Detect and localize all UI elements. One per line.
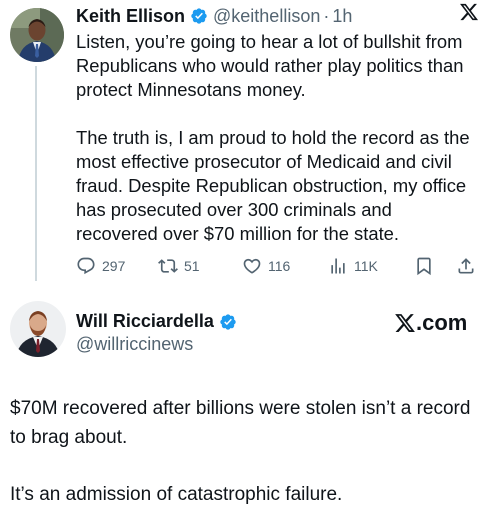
repost-button[interactable]: 51 <box>158 253 200 279</box>
avatar-keith-ellison[interactable] <box>10 8 64 62</box>
repost-icon <box>158 259 178 273</box>
tweet2-paragraph-2: It’s an admission of catastrophic failur… <box>10 484 343 505</box>
share-button[interactable] <box>456 253 476 279</box>
watermark-text: .com <box>416 310 468 335</box>
thread-connector-line <box>35 66 37 281</box>
reply-count: 297 <box>102 258 126 274</box>
x-com-watermark: .com <box>394 310 467 336</box>
author-handle[interactable]: @keithellison <box>213 6 320 27</box>
views-count: 11K <box>354 258 378 274</box>
tweet2-paragraph-1: $70M recovered after billions were stole… <box>10 398 471 448</box>
verified-badge-icon <box>191 8 207 24</box>
views-button[interactable]: 11K <box>328 253 378 279</box>
bookmark-icon <box>417 257 431 276</box>
bookmark-button[interactable] <box>414 253 434 279</box>
views-icon <box>331 258 345 274</box>
avatar-will-ricciardella[interactable] <box>10 301 66 357</box>
author-handle[interactable]: @willriccinews <box>76 334 193 355</box>
tweet1-body: Listen, you’re going to hear a lot of bu… <box>76 30 478 246</box>
tweet2-body: $70M recovered after billions were stole… <box>10 394 480 509</box>
reply-button[interactable]: 297 <box>76 253 125 279</box>
tweet1-paragraph-1: Listen, you’re going to hear a lot of bu… <box>76 31 464 100</box>
tweet1-paragraph-2: The truth is, I am proud to hold the rec… <box>76 127 470 244</box>
like-icon <box>243 258 261 274</box>
tweet2-header: Will Ricciardella <box>76 311 242 332</box>
author-name[interactable]: Keith Ellison <box>76 6 185 27</box>
share-icon <box>458 258 474 274</box>
repost-count: 51 <box>184 258 200 274</box>
verified-badge-icon <box>220 313 236 330</box>
reply-icon <box>77 257 95 275</box>
x-logo-icon <box>460 3 479 21</box>
like-button[interactable]: 116 <box>242 253 290 279</box>
tweet1-header: Keith Ellison @keithellison · 1h <box>76 4 477 28</box>
tweet1-action-bar: 297 51 116 11K <box>76 253 480 281</box>
author-name[interactable]: Will Ricciardella <box>76 311 214 332</box>
timestamp[interactable]: 1h <box>332 6 352 27</box>
x-logo-icon <box>395 314 415 332</box>
separator-dot: · <box>323 5 330 26</box>
like-count: 116 <box>268 258 291 274</box>
